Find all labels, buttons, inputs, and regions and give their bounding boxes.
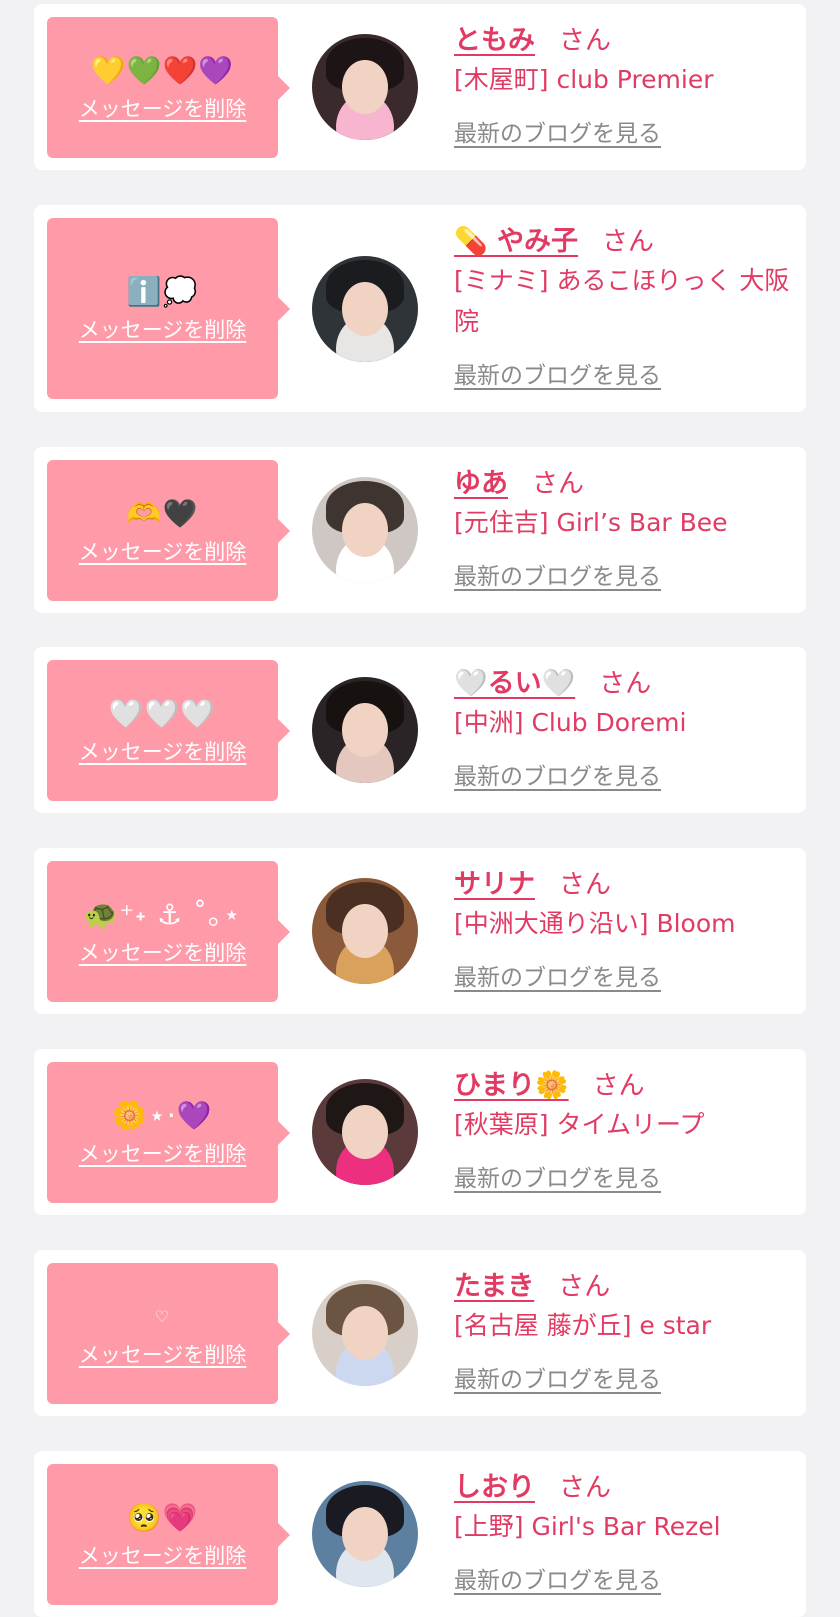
store-name: [中洲] Club Doremi xyxy=(454,708,687,737)
delete-message-link[interactable]: メッセージを削除 xyxy=(79,536,247,566)
name-row: サリナ さん xyxy=(454,862,799,902)
cast-info: ひまり🌼 さん [秋葉原] タイムリープ最新のブログを見る xyxy=(454,1063,799,1193)
favorite-card: 🥺💗 メッセージを削除 しおり さん [上野] Girl's Bar Rezel 最新のブ… xyxy=(34,1451,806,1617)
message-text: 🤍🤍🤍 xyxy=(108,696,217,730)
avatar-face xyxy=(342,60,388,114)
message-bubble: 🌼⋆⋅💜 メッセージを削除 xyxy=(47,1062,290,1203)
delete-message-link[interactable]: メッセージを削除 xyxy=(79,736,247,766)
delete-message-link[interactable]: メッセージを削除 xyxy=(79,314,247,344)
message-bubble: ♡ メッセージを削除 xyxy=(47,1263,290,1404)
store-name: [名古屋 藤が丘] e star xyxy=(454,1311,712,1340)
honorific: さん xyxy=(559,1473,612,1503)
name-row: 💊 やみ子 さん xyxy=(454,219,799,259)
avatar[interactable] xyxy=(312,677,418,783)
cast-info: ともみ さん [木屋町] club Premier 最新のブログを見る xyxy=(454,18,799,148)
cast-name-link[interactable]: たまき xyxy=(454,1264,534,1303)
name-row: ゆあ さん xyxy=(454,461,799,501)
avatar[interactable] xyxy=(312,1079,418,1185)
cast-name-link[interactable]: ひまり🌼 xyxy=(454,1063,569,1102)
cast-name-link[interactable]: 🤍るい🤍 xyxy=(454,661,575,700)
favorite-card: 🐢⁺˖ ⚓︎ ˚｡⋆ メッセージを削除 サリナ さん [中洲大通り沿い] Bloom 最新… xyxy=(34,848,806,1014)
honorific: さん xyxy=(559,870,612,900)
avatar-face xyxy=(342,503,388,557)
store-name: [中洲大通り沿い] Bloom xyxy=(454,909,736,938)
favorite-card: 🤍🤍🤍 メッセージを削除 🤍るい🤍 さん [中洲] Club Doremi 最新のブログを… xyxy=(34,647,806,813)
avatar[interactable] xyxy=(312,34,418,140)
message-text: 🥺💗 xyxy=(126,1500,199,1534)
avatar-face xyxy=(342,1105,388,1159)
latest-blog-link[interactable]: 最新のブログを見る xyxy=(454,557,661,591)
latest-blog-link[interactable]: 最新のブログを見る xyxy=(454,1561,661,1595)
store-name: [木屋町] club Premier xyxy=(454,65,714,94)
store-name: [元住吉] Girl’s Bar Bee xyxy=(454,508,728,537)
honorific: さん xyxy=(532,469,585,499)
avatar-face xyxy=(342,1306,388,1360)
latest-blog-link[interactable]: 最新のブログを見る xyxy=(454,1360,661,1394)
message-bubble: 💛💚❤️💜 メッセージを削除 xyxy=(47,17,290,158)
cast-name-link[interactable]: しおり xyxy=(454,1465,535,1504)
latest-blog-link[interactable]: 最新のブログを見る xyxy=(454,1159,661,1193)
message-text: 🫶🖤 xyxy=(126,496,199,530)
name-row: 🤍るい🤍 さん xyxy=(454,661,799,701)
avatar-face xyxy=(342,282,388,336)
cast-info: 🤍るい🤍 さん [中洲] Club Doremi 最新のブログを見る xyxy=(454,661,799,791)
avatar-face xyxy=(342,703,388,757)
name-row: ひまり🌼 さん xyxy=(454,1063,799,1103)
cast-info: 💊 やみ子 さん [ミナミ] あるこほりっく 大阪院最新のブログを見る xyxy=(454,219,799,390)
latest-blog-link[interactable]: 最新のブログを見る xyxy=(454,114,661,148)
honorific: さん xyxy=(592,1071,645,1101)
cast-name-link[interactable]: サリナ xyxy=(454,862,535,901)
avatar[interactable] xyxy=(312,878,418,984)
message-text: ℹ️💭 xyxy=(126,274,199,308)
cast-info: サリナ さん [中洲大通り沿い] Bloom 最新のブログを見る xyxy=(454,862,799,992)
delete-message-link[interactable]: メッセージを削除 xyxy=(79,93,247,123)
favorite-card: 🫶🖤 メッセージを削除 ゆあ さん [元住吉] Girl’s Bar Bee 最新のブログ… xyxy=(34,447,806,613)
favorite-card: 🌼⋆⋅💜 メッセージを削除 ひまり🌼 さん [秋葉原] タイムリープ最新のブログを見る xyxy=(34,1049,806,1215)
message-bubble: 🫶🖤 メッセージを削除 xyxy=(47,460,290,601)
store-name: [上野] Girl's Bar Rezel xyxy=(454,1512,721,1541)
name-row: しおり さん xyxy=(454,1465,799,1505)
message-text: 🌼⋆⋅💜 xyxy=(112,1098,213,1132)
avatar[interactable] xyxy=(312,256,418,362)
delete-message-link[interactable]: メッセージを削除 xyxy=(79,1138,247,1168)
delete-message-link[interactable]: メッセージを削除 xyxy=(79,1540,247,1570)
latest-blog-link[interactable]: 最新のブログを見る xyxy=(454,958,661,992)
message-text: 🐢⁺˖ ⚓︎ ˚｡⋆ xyxy=(83,897,242,931)
name-row: ともみ さん xyxy=(454,18,799,58)
avatar[interactable] xyxy=(312,477,418,583)
avatar[interactable] xyxy=(312,1481,418,1587)
cast-info: しおり さん [上野] Girl's Bar Rezel 最新のブログを見る xyxy=(454,1465,799,1595)
delete-message-link[interactable]: メッセージを削除 xyxy=(79,1339,247,1369)
message-text: 💛💚❤️💜 xyxy=(90,53,235,87)
message-bubble: ℹ️💭 メッセージを削除 xyxy=(47,218,290,399)
latest-blog-link[interactable]: 最新のブログを見る xyxy=(454,757,661,791)
avatar-face xyxy=(342,1507,388,1561)
cast-info: ゆあ さん [元住吉] Girl’s Bar Bee 最新のブログを見る xyxy=(454,461,799,591)
avatar[interactable] xyxy=(312,1280,418,1386)
store-name: [秋葉原] タイムリープ xyxy=(454,1110,705,1139)
delete-message-link[interactable]: メッセージを削除 xyxy=(79,937,247,967)
favorite-card: 💛💚❤️💜 メッセージを削除 ともみ さん [木屋町] club Premier 最新のブ… xyxy=(34,4,806,170)
honorific: さん xyxy=(558,1272,611,1302)
honorific: さん xyxy=(559,26,612,56)
name-row: たまき さん xyxy=(454,1264,799,1304)
avatar-face xyxy=(342,904,388,958)
message-text: ♡ xyxy=(154,1306,171,1326)
store-name: [ミナミ] あるこほりっく 大阪院 xyxy=(454,266,790,336)
cast-info: たまき さん [名古屋 藤が丘] e star 最新のブログを見る xyxy=(454,1264,799,1394)
cast-name-link[interactable]: 💊 やみ子 xyxy=(454,219,578,258)
honorific: さん xyxy=(602,227,655,257)
latest-blog-link[interactable]: 最新のブログを見る xyxy=(454,356,661,390)
cast-name-link[interactable]: ゆあ xyxy=(454,461,508,500)
favorite-card: ♡ メッセージを削除 たまき さん [名古屋 藤が丘] e star 最新のブログを見る xyxy=(34,1250,806,1416)
honorific: さん xyxy=(599,669,652,699)
favorite-card: ℹ️💭 メッセージを削除 💊 やみ子 さん [ミナミ] あるこほりっく 大阪院最新のブロ… xyxy=(34,205,806,412)
cast-name-link[interactable]: ともみ xyxy=(454,18,535,57)
message-bubble: 🐢⁺˖ ⚓︎ ˚｡⋆ メッセージを削除 xyxy=(47,861,290,1002)
message-bubble: 🥺💗 メッセージを削除 xyxy=(47,1464,290,1605)
message-bubble: 🤍🤍🤍 メッセージを削除 xyxy=(47,660,290,801)
